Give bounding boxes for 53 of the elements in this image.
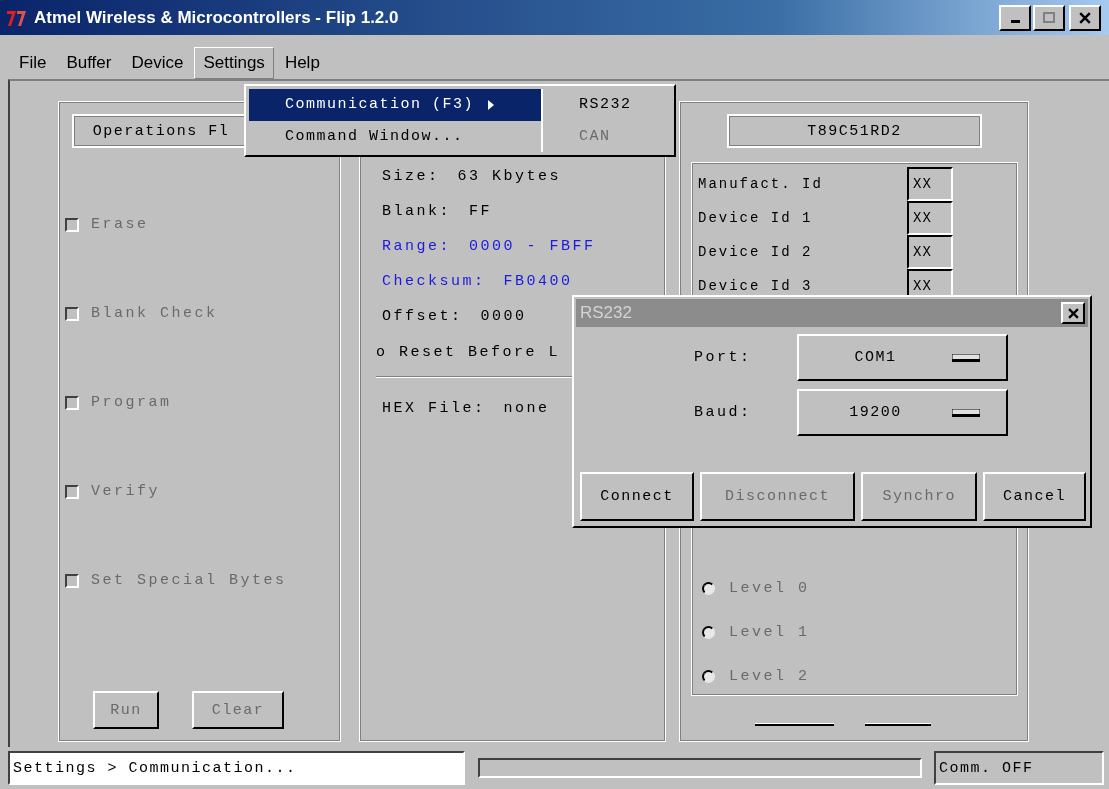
info-label: Checksum: (382, 272, 486, 290)
radio-label: Level 1 (729, 624, 810, 641)
submenu-entry[interactable]: RS232 (579, 89, 632, 121)
option-indicator-icon (952, 408, 980, 417)
info-value: FF (469, 202, 493, 220)
hex-file-value: none (503, 399, 550, 417)
checkbox-label: Program (91, 394, 172, 411)
menu-item[interactable]: Settings (194, 47, 274, 79)
option-menu[interactable]: COM1 (797, 334, 1008, 381)
menu-entry[interactable]: Communication (F3) (249, 89, 541, 121)
radio-label: Level 0 (729, 580, 810, 597)
info-value: FB0400 (503, 272, 573, 290)
hex-file-label: HEX File: (382, 399, 486, 417)
reset-option: o Reset Before L (376, 344, 561, 361)
menu-entry[interactable]: Command Window... (249, 120, 541, 152)
checkbox-label: Set Special Bytes (91, 572, 287, 589)
field-label: Baud: (694, 404, 753, 421)
dialog-button[interactable]: Connect (580, 472, 694, 521)
dialog-close-button[interactable] (1061, 302, 1085, 324)
close-icon (1067, 307, 1079, 319)
checkbox-label: Verify (91, 483, 160, 500)
maximize-icon (1043, 12, 1055, 23)
checkbox-label: Erase (91, 216, 149, 233)
field-label: Port: (694, 349, 753, 366)
id-value: XX (907, 235, 953, 269)
minimize-button[interactable] (999, 4, 1031, 31)
maximize-button[interactable] (1033, 4, 1065, 31)
radio-label: Level 2 (729, 668, 810, 685)
option-indicator-icon (952, 353, 980, 362)
window-title: Atmel Wireless & Microcontrollers - Flip 1.2.0 (34, 7, 400, 28)
minimize-icon (1010, 20, 1020, 23)
info-label: Size: (382, 167, 440, 185)
info-label: Range: (382, 237, 451, 255)
id-label: Device Id 2 (698, 244, 814, 260)
status-message: Settings > Communication... (8, 751, 465, 785)
info-value: 0000 (480, 307, 527, 325)
close-button[interactable] (1069, 4, 1101, 31)
device-name: T89C51RD2 (727, 114, 982, 148)
checkbox-label: Blank Check (91, 305, 218, 322)
info-label: Blank: (382, 202, 451, 220)
close-icon (1079, 11, 1091, 24)
id-label: Manufact. Id (698, 176, 824, 192)
dialog-button[interactable]: Cancel (983, 472, 1086, 521)
info-value: 0000 - FBFF (469, 237, 596, 255)
info-value: 63 Kbytes (457, 167, 562, 185)
id-value: XX (907, 201, 953, 235)
connection-status: Comm. OFF (934, 751, 1104, 785)
info-label: Offset: (382, 307, 463, 325)
id-label: Device Id 1 (698, 210, 814, 226)
id-label: Device Id 3 (698, 278, 814, 294)
id-value: XX (907, 167, 953, 201)
option-menu[interactable]: 19200 (797, 389, 1008, 436)
dialog-title: RS232 (580, 303, 632, 323)
